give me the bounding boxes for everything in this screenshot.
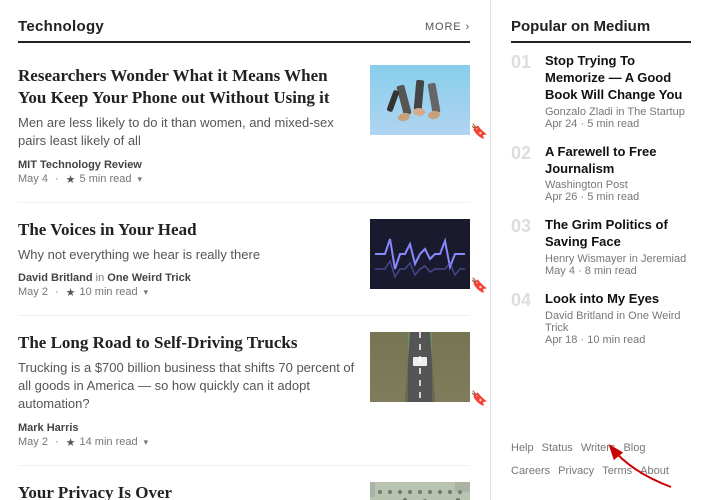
popular-item: 03 The Grim Politics of Saving Face Henr…: [511, 217, 691, 277]
popular-num: 02: [511, 144, 535, 164]
sidebar: Popular on Medium 01 Stop Trying To Memo…: [491, 0, 709, 500]
pop-meta: Gonzalo Zladi in The Startup Apr 24 · 5 …: [545, 106, 691, 130]
section-title: Technology: [18, 18, 104, 35]
star-icon: ★: [66, 436, 76, 449]
article-title[interactable]: The Long Road to Self-Driving Trucks: [18, 332, 356, 354]
popular-list: 01 Stop Trying To Memorize — A Good Book…: [511, 53, 691, 428]
chevron-down-icon[interactable]: ▾: [144, 287, 149, 298]
pop-content: A Farewell to Free Journalism Washington…: [545, 144, 691, 204]
pop-meta: Washington Post Apr 26 · 5 min read: [545, 179, 691, 203]
pop-content: Look into My Eyes David Britland in One …: [545, 291, 691, 346]
pop-meta: David Britland in One Weird Trick Apr 18…: [545, 310, 691, 346]
popular-item: 01 Stop Trying To Memorize — A Good Book…: [511, 53, 691, 130]
article-item: Researchers Wonder What it Means When Yo…: [18, 49, 470, 203]
article-date: May 4: [18, 173, 48, 185]
footer-privacy[interactable]: Privacy: [558, 461, 594, 482]
article-image: [370, 219, 470, 289]
article-image: [370, 482, 470, 500]
article-item: Your Privacy Is Over A plausible case fo…: [18, 466, 470, 500]
article-subtitle: Trucking is a $700 billion business that…: [18, 359, 356, 414]
article-title[interactable]: Researchers Wonder What it Means When Yo…: [18, 65, 356, 109]
more-link[interactable]: MORE: [425, 21, 470, 33]
article-date: May 2: [18, 286, 48, 298]
article-item: The Voices in Your Head Why not everythi…: [18, 203, 470, 316]
article-subtitle: Men are less likely to do it than women,…: [18, 114, 356, 150]
author-name: MIT Technology Review: [18, 159, 356, 171]
popular-num: 04: [511, 291, 535, 311]
article-meta: Mark Harris May 2 · ★ 14 min read ▾: [18, 422, 356, 449]
popular-title[interactable]: A Farewell to Free Journalism: [545, 144, 691, 178]
bookmark-button[interactable]: 🔖: [471, 391, 488, 405]
article-content: The Long Road to Self-Driving Trucks Tru…: [18, 332, 356, 449]
footer-careers[interactable]: Careers: [511, 461, 550, 482]
star-icon: ★: [66, 173, 76, 186]
chevron-down-icon[interactable]: ▾: [144, 437, 149, 448]
footer-status[interactable]: Status: [542, 438, 573, 459]
section-header: Technology MORE: [18, 18, 470, 43]
read-time: 14 min read: [80, 436, 138, 448]
article-image: [370, 332, 470, 402]
article-content: Researchers Wonder What it Means When Yo…: [18, 65, 356, 186]
article-item: The Long Road to Self-Driving Trucks Tru…: [18, 316, 470, 466]
article-image: [370, 65, 470, 135]
article-subtitle: Why not everything we hear is really the…: [18, 246, 356, 264]
article-date: May 2: [18, 436, 48, 448]
popular-title[interactable]: Look into My Eyes: [545, 291, 691, 308]
article-meta: David Britland in One Weird Trick May 2 …: [18, 272, 356, 299]
popular-item: 04 Look into My Eyes David Britland in O…: [511, 291, 691, 346]
bookmark-button[interactable]: 🔖: [471, 124, 488, 138]
article-content: The Voices in Your Head Why not everythi…: [18, 219, 356, 299]
bookmark-button[interactable]: 🔖: [471, 278, 488, 292]
read-time: 5 min read: [80, 173, 132, 185]
popular-num: 03: [511, 217, 535, 237]
sidebar-title: Popular on Medium: [511, 18, 691, 43]
popular-title[interactable]: The Grim Politics of Saving Face: [545, 217, 691, 251]
popular-item: 02 A Farewell to Free Journalism Washing…: [511, 144, 691, 204]
star-icon: ★: [66, 286, 76, 299]
article-meta: MIT Technology Review May 4 · ★ 5 min re…: [18, 159, 356, 186]
pop-content: Stop Trying To Memorize — A Good Book Wi…: [545, 53, 691, 130]
author-name: David Britland in One Weird Trick: [18, 272, 356, 284]
popular-title[interactable]: Stop Trying To Memorize — A Good Book Wi…: [545, 53, 691, 104]
article-title[interactable]: The Voices in Your Head: [18, 219, 356, 241]
sidebar-footer: Help Status Writers Blog Careers Privacy…: [511, 428, 691, 482]
pop-meta: Henry Wismayer in Jeremiad May 4 · 8 min…: [545, 253, 691, 277]
popular-num: 01: [511, 53, 535, 73]
annotation-arrow: [601, 432, 681, 492]
footer-help[interactable]: Help: [511, 438, 534, 459]
author-name: Mark Harris: [18, 422, 356, 434]
article-title[interactable]: Your Privacy Is Over: [18, 482, 356, 500]
main-content: Technology MORE Researchers Wonder What …: [0, 0, 491, 500]
pop-content: The Grim Politics of Saving Face Henry W…: [545, 217, 691, 277]
article-content: Your Privacy Is Over A plausible case fo…: [18, 482, 356, 500]
chevron-down-icon[interactable]: ▾: [138, 174, 143, 185]
read-time: 10 min read: [80, 286, 138, 298]
